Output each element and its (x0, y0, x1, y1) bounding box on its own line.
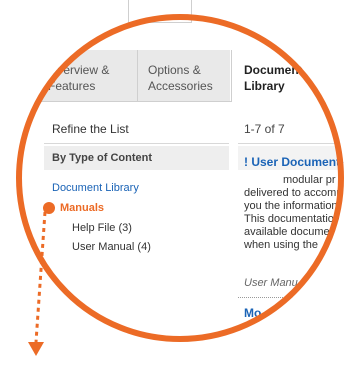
zoom-callout: Overview & Features Options & Accessorie… (0, 0, 353, 366)
dotted-arrow-icon (28, 211, 47, 356)
